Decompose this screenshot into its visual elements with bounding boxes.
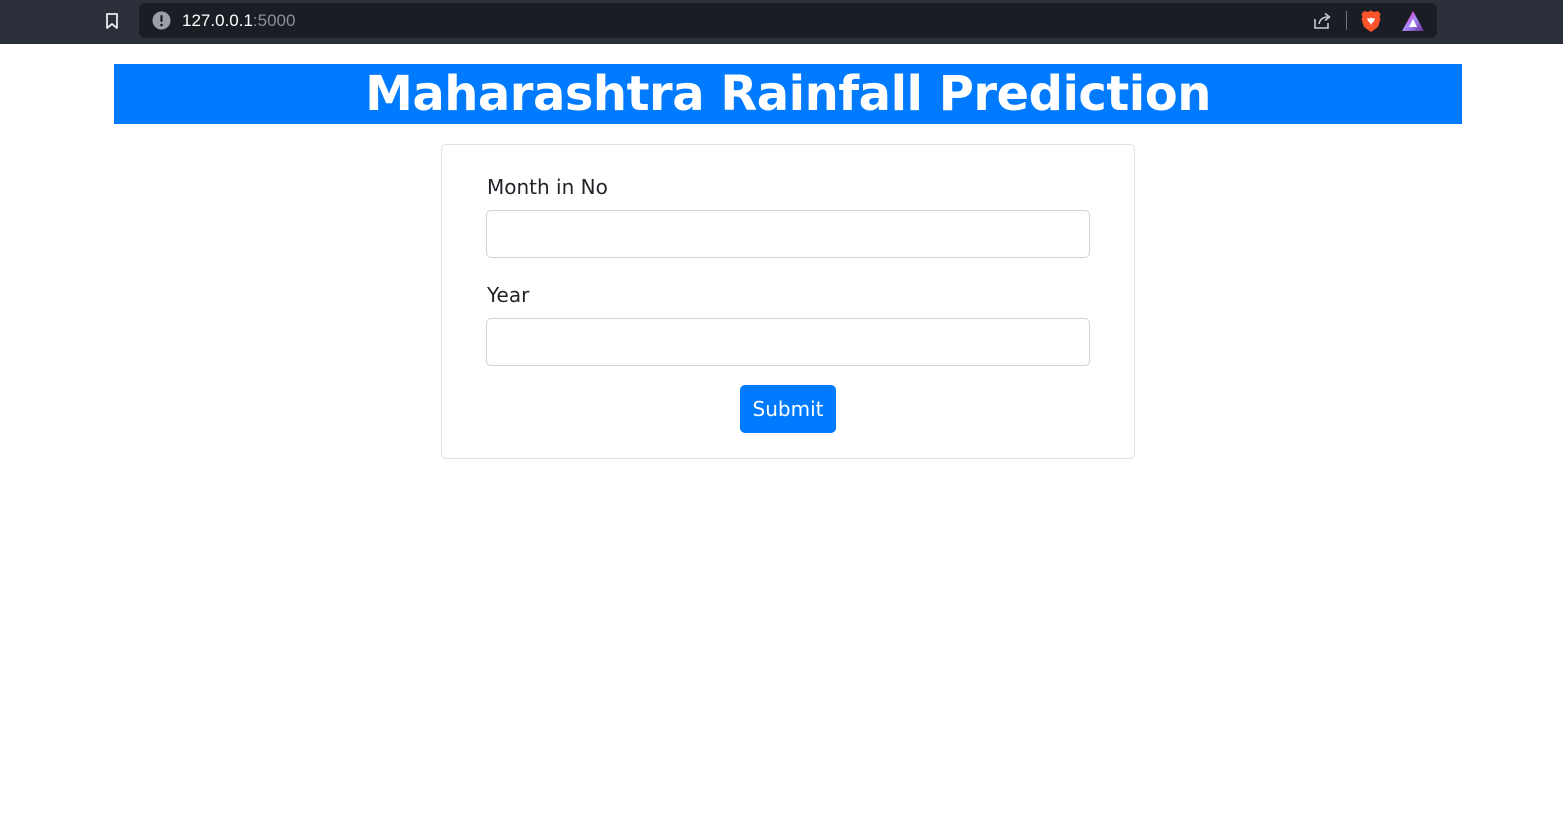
bookmark-icon[interactable] <box>100 9 124 33</box>
info-icon[interactable] <box>152 11 171 30</box>
year-input[interactable] <box>486 318 1090 366</box>
url-host: 127.0.0.1 <box>182 11 253 30</box>
toolbar-divider <box>1346 11 1347 30</box>
brave-rewards-icon[interactable] <box>1401 10 1425 32</box>
month-input[interactable] <box>486 210 1090 258</box>
page-title: Maharashtra Rainfall Prediction <box>365 66 1211 122</box>
browser-toolbar: 127.0.0.1:5000 <box>0 0 1563 44</box>
month-label: Month in No <box>487 175 608 199</box>
url-text[interactable]: 127.0.0.1:5000 <box>182 11 295 30</box>
url-port: :5000 <box>252 11 296 30</box>
brave-shield-icon[interactable] <box>1360 9 1382 33</box>
page-header: Maharashtra Rainfall Prediction <box>114 64 1462 124</box>
share-icon[interactable] <box>1311 10 1333 32</box>
prediction-form: Month in No Year Submit <box>441 144 1135 459</box>
address-bar[interactable]: 127.0.0.1:5000 <box>139 3 1437 38</box>
year-label: Year <box>487 283 530 307</box>
submit-button[interactable]: Submit <box>740 385 836 433</box>
